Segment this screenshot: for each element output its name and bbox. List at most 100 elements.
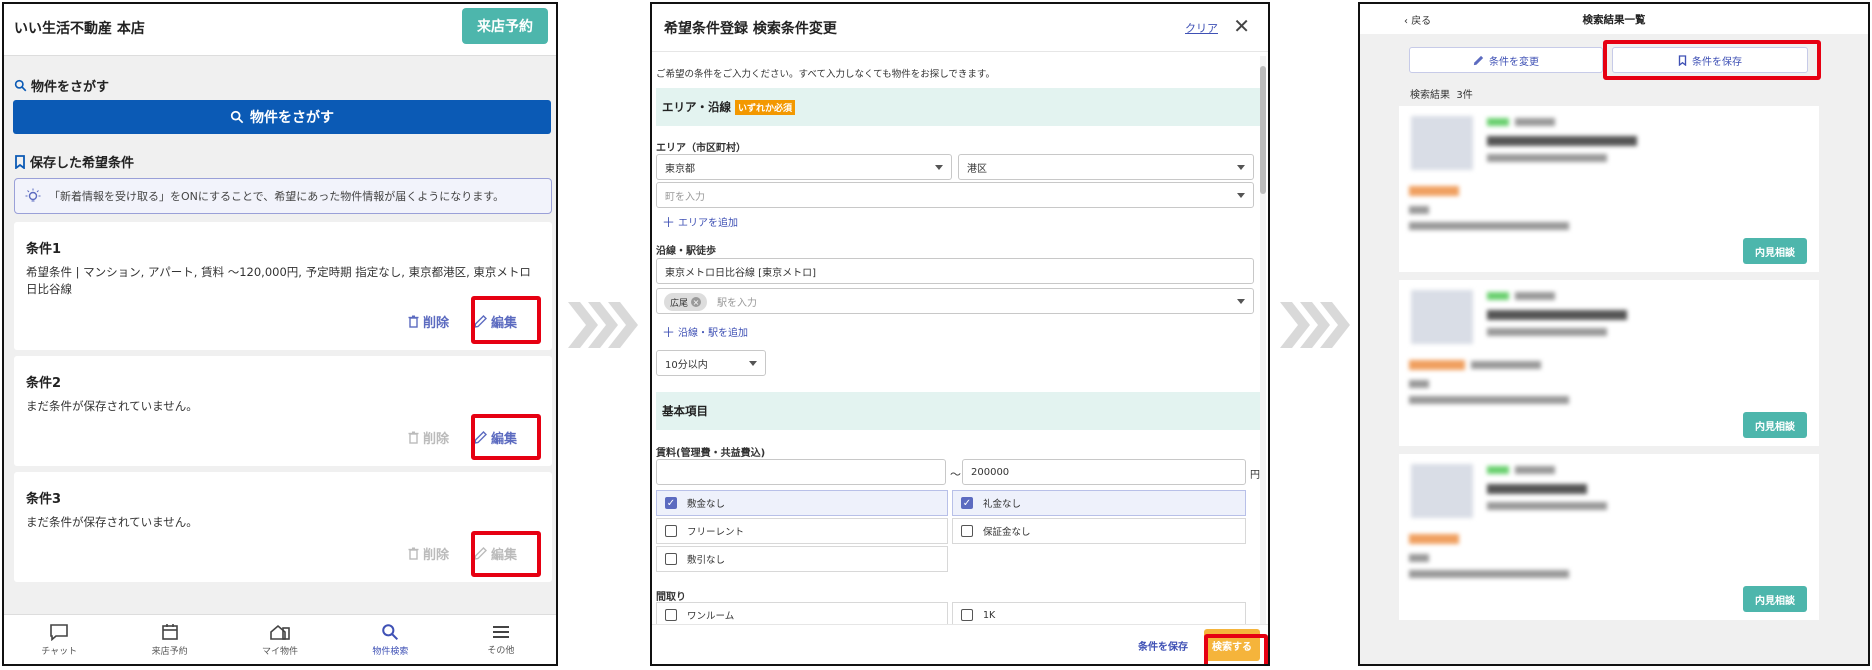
add-area-link[interactable]: ＋ エリアを追加 <box>662 212 738 231</box>
layout-label: 間取り <box>656 592 686 603</box>
rent-min-input[interactable] <box>656 459 946 485</box>
blurred-text <box>1515 118 1555 126</box>
blurred-title <box>1487 310 1627 320</box>
pencil-icon <box>1473 55 1484 65</box>
property-thumbnail <box>1411 290 1473 344</box>
nav-label: 物件検索 <box>372 646 409 657</box>
reserve-button[interactable]: 来店予約 <box>462 8 548 44</box>
viewing-consult-button[interactable]: 内見相談 <box>1743 586 1807 612</box>
blurred-text <box>1409 570 1569 578</box>
blurred-text <box>1409 380 1429 388</box>
nav-reserve[interactable]: 来店予約 <box>114 615 224 664</box>
lightbulb-icon <box>25 188 41 202</box>
basic-section-header: 基本項目 <box>656 392 1260 430</box>
blurred-text <box>1471 361 1541 369</box>
nav-label: チャット <box>41 646 78 657</box>
viewing-consult-button[interactable]: 内見相談 <box>1743 238 1807 264</box>
search-icon <box>382 623 399 640</box>
no-shikibiki-checkbox[interactable]: 敷引なし <box>656 546 948 572</box>
result-card[interactable]: 内見相談 <box>1399 454 1819 620</box>
area-section-title: エリア・沿線 <box>662 100 731 114</box>
add-line-link[interactable]: ＋ 沿線・駅を追加 <box>662 322 748 341</box>
no-guarantee-checkbox[interactable]: 保証金なし <box>952 518 1246 544</box>
result-card[interactable]: 内見相談 <box>1399 280 1819 446</box>
viewing-consult-button[interactable]: 内見相談 <box>1743 412 1807 438</box>
back-button[interactable]: ‹ 戻る <box>1404 12 1431 27</box>
nav-more[interactable]: その他 <box>446 615 556 664</box>
prefecture-select[interactable]: 東京都 <box>656 154 952 180</box>
check-icon: ✓ <box>961 497 973 509</box>
scrollbar-thumb[interactable] <box>1260 66 1266 194</box>
chat-icon <box>50 623 69 641</box>
home-icon <box>270 624 290 640</box>
caret-down-icon <box>1237 299 1245 304</box>
checkbox-label: 1K <box>983 609 996 621</box>
basic-section-title: 基本項目 <box>662 404 708 418</box>
nav-label: その他 <box>487 645 515 656</box>
nav-label: マイ物件 <box>262 646 299 657</box>
delete-button-disabled: 削除 <box>408 428 449 447</box>
close-icon[interactable]: ✕ <box>1233 14 1250 38</box>
change-conditions-button[interactable]: 条件を変更 <box>1409 47 1603 73</box>
condition-summary: まだ条件が保存されていません。 <box>26 399 198 413</box>
result-card[interactable]: 内見相談 <box>1399 106 1819 272</box>
station-input[interactable]: 駅を入力 <box>656 288 1254 314</box>
checkbox-label: フリーレント <box>687 527 745 538</box>
plus-icon: ＋ <box>662 326 676 341</box>
change-conditions-label: 条件を変更 <box>1489 56 1539 68</box>
rent-unit: 円 <box>1250 470 1260 481</box>
town-input[interactable]: 町を入力 <box>656 182 1254 208</box>
blurred-text <box>1409 396 1569 404</box>
rent-max-input[interactable]: 200000 <box>962 459 1246 485</box>
city-select[interactable]: 港区 <box>958 154 1254 180</box>
highlight-box <box>471 531 541 577</box>
delete-button[interactable]: 削除 <box>408 312 449 331</box>
clear-link[interactable]: クリア <box>1185 20 1218 36</box>
results-header: 検索結果一覧 ‹ 戻る <box>1360 4 1868 34</box>
panel-saved-conditions: いい生活不動産 本店 来店予約 物件をさがす 物件をさがす 保存した希望条件 「… <box>2 2 558 666</box>
bookmark-icon <box>15 154 25 169</box>
back-label: 戻る <box>1411 16 1432 27</box>
no-deposit-checkbox[interactable]: ✓ 敷金なし <box>656 490 948 516</box>
caret-down-icon <box>1237 165 1245 170</box>
result-count: 検索結果 3件 <box>1410 86 1473 101</box>
walk-time-value: 10分以内 <box>665 359 708 371</box>
trash-icon <box>408 547 419 560</box>
panel-search-conditions-modal: 希望条件登録 検索条件変更 クリア ✕ ご希望の条件をご入力ください。すべて入力… <box>650 2 1270 666</box>
checkbox-label: 敷金なし <box>687 499 726 510</box>
nav-property-search[interactable]: 物件検索 <box>335 615 445 664</box>
modal-header: 希望条件登録 検索条件変更 クリア ✕ <box>652 4 1268 52</box>
modal-footer: 条件を保存 検索する <box>652 624 1268 664</box>
station-chip[interactable]: 広尾 × <box>664 293 708 311</box>
no-key-money-checkbox[interactable]: ✓ 礼金なし <box>952 490 1246 516</box>
blurred-text <box>1409 554 1429 562</box>
blurred-title <box>1487 484 1587 494</box>
checkbox-label: 礼金なし <box>983 499 1022 510</box>
step-arrow-icon <box>1280 302 1350 348</box>
railway-line-input[interactable]: 東京メトロ日比谷線 [東京メトロ] <box>656 258 1254 284</box>
nav-chat[interactable]: チャット <box>4 615 114 664</box>
calendar-icon <box>161 623 178 640</box>
remove-icon[interactable]: × <box>691 297 702 307</box>
free-rent-checkbox[interactable]: フリーレント <box>656 518 948 544</box>
prefecture-value: 東京都 <box>665 163 695 175</box>
search-properties-button[interactable]: 物件をさがす <box>13 100 551 134</box>
scrollbar[interactable] <box>1260 56 1266 624</box>
caret-down-icon <box>935 165 943 170</box>
blurred-text <box>1409 206 1429 214</box>
trash-icon <box>408 431 419 444</box>
blurred-text <box>1487 154 1607 162</box>
delete-label: 削除 <box>423 432 450 447</box>
nav-my-property[interactable]: マイ物件 <box>225 615 335 664</box>
condition-title: 条件3 <box>26 492 62 507</box>
blurred-text <box>1409 222 1569 230</box>
result-count-value: 3件 <box>1456 90 1473 101</box>
property-thumbnail <box>1411 116 1473 170</box>
blurred-text <box>1487 328 1607 336</box>
walk-time-select[interactable]: 10分以内 <box>656 350 766 376</box>
rent-label: 賃料(管理費・共益費込) <box>656 448 766 459</box>
railway-line-value: 東京メトロ日比谷線 [東京メトロ] <box>665 267 816 279</box>
blurred-badge <box>1487 466 1509 474</box>
blurred-badge <box>1487 292 1509 300</box>
save-conditions-link[interactable]: 条件を保存 <box>1138 638 1188 653</box>
